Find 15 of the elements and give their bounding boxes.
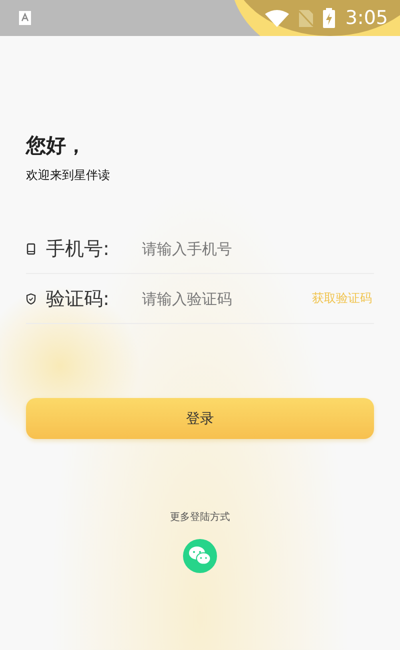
greeting-title: 您好， [26,132,87,159]
code-input[interactable]: 请输入验证码 [142,290,312,308]
phone-icon [26,242,36,254]
shield-icon [26,292,36,304]
wifi-icon [265,10,290,26]
field-label: 验证码: [46,286,110,312]
more-login-label: 更多登陆方式 [170,510,230,524]
status-time: 3:05 [345,7,388,29]
field-label: 手机号: [46,236,110,262]
chat-bubbles-icon[interactable] [183,539,217,573]
phone-input[interactable]: 请输入手机号 [142,240,374,258]
welcome-subtitle: 欢迎来到星伴读 [26,167,111,184]
no-sim-icon [299,10,314,26]
battery-icon [323,8,336,28]
login-button[interactable]: 登录 [26,398,374,439]
